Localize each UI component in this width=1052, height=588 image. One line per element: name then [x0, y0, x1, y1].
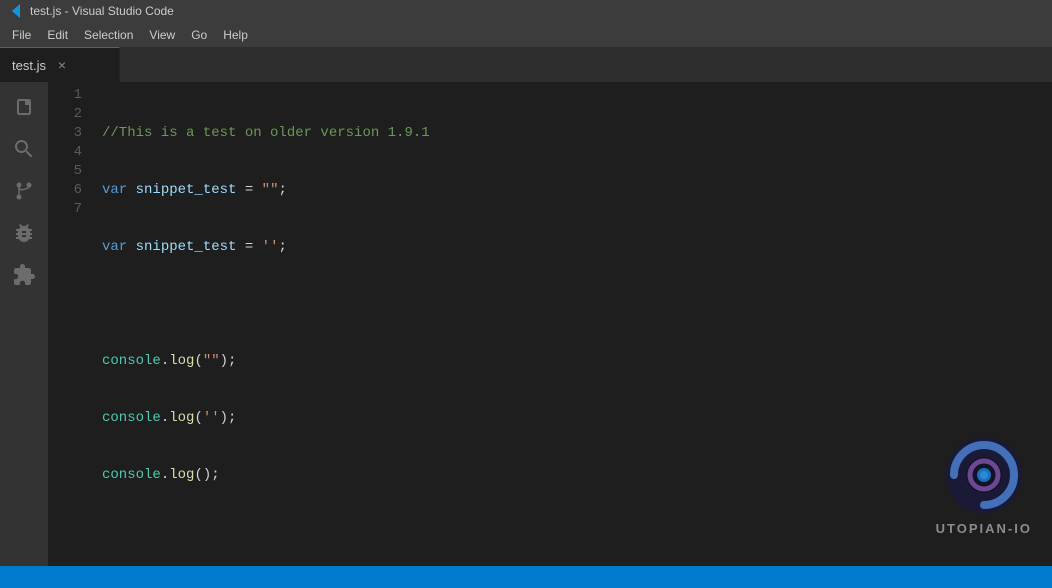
watermark-logo [944, 435, 1024, 515]
code-line-2: var snippet_test = ""; [102, 181, 1052, 200]
title-text: test.js - Visual Studio Code [30, 4, 174, 18]
debug-icon[interactable] [7, 216, 41, 250]
code-container[interactable]: 1 2 3 4 5 6 7 //This is a test on older … [48, 82, 1052, 566]
line-numbers: 1 2 3 4 5 6 7 [48, 86, 98, 562]
code-line-5: console.log(""); [102, 352, 1052, 371]
editor-area: 1 2 3 4 5 6 7 //This is a test on older … [48, 82, 1052, 566]
code-line-4 [102, 295, 1052, 314]
code-line-6: console.log(''); [102, 409, 1052, 428]
tab-testjs[interactable]: test.js × [0, 47, 120, 82]
tab-bar: test.js × [0, 47, 1052, 82]
menu-file[interactable]: File [4, 25, 39, 45]
main-area: 1 2 3 4 5 6 7 //This is a test on older … [0, 82, 1052, 566]
menu-help[interactable]: Help [215, 25, 256, 45]
watermark: UTOPIAN-IO [936, 435, 1032, 536]
source-control-icon[interactable] [7, 174, 41, 208]
files-icon[interactable] [7, 90, 41, 124]
title-bar: test.js - Visual Studio Code [0, 0, 1052, 22]
search-icon[interactable] [7, 132, 41, 166]
extensions-icon[interactable] [7, 258, 41, 292]
menu-bar: File Edit Selection View Go Help [0, 22, 1052, 47]
status-bar [0, 566, 1052, 588]
menu-go[interactable]: Go [183, 25, 215, 45]
app-icon [8, 3, 24, 19]
code-line-1: //This is a test on older version 1.9.1 [102, 124, 1052, 143]
watermark-text: UTOPIAN-IO [936, 521, 1032, 536]
tab-label: test.js [12, 58, 46, 73]
menu-view[interactable]: View [141, 25, 183, 45]
menu-edit[interactable]: Edit [39, 25, 76, 45]
menu-selection[interactable]: Selection [76, 25, 141, 45]
code-line-7: console.log(); [102, 466, 1052, 485]
code-content[interactable]: //This is a test on older version 1.9.1 … [98, 86, 1052, 562]
tab-close-button[interactable]: × [54, 57, 70, 73]
activity-bar [0, 82, 48, 566]
code-line-3: var snippet_test = ''; [102, 238, 1052, 257]
